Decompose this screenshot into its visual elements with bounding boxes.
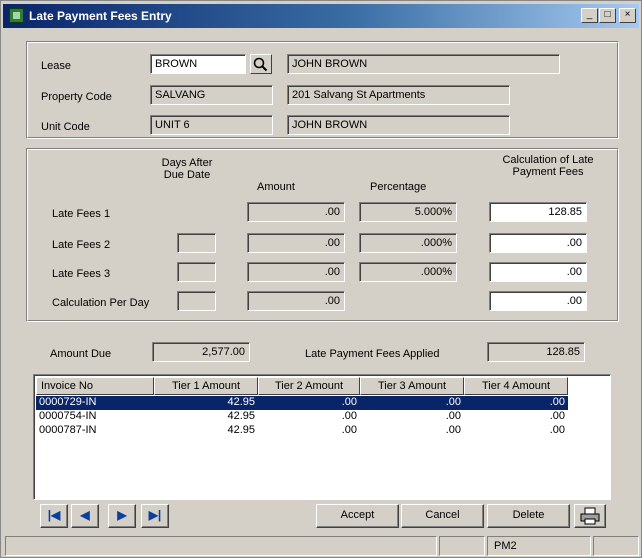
previous-record-button[interactable]: ◀ [71, 504, 99, 528]
app-icon [9, 8, 24, 23]
late-fees-3-calculation[interactable]: .00 [489, 262, 587, 282]
lease-name-field: JOHN BROWN [287, 54, 560, 74]
late-fees-2-percentage: .000% [359, 233, 457, 253]
maximize-button[interactable]: □ [599, 8, 616, 23]
grid-header: Invoice No Tier 1 Amount Tier 2 Amount T… [36, 377, 568, 395]
per-day-calculation[interactable]: .00 [489, 291, 587, 311]
tier-4-cell: .00 [549, 410, 565, 422]
next-record-button[interactable]: ▶ [108, 504, 136, 528]
tier-1-cell: 42.95 [227, 410, 255, 422]
last-record-button[interactable]: ▶| [141, 504, 169, 528]
invoice-no-cell: 0000754-IN [39, 410, 97, 422]
lease-lookup-button[interactable] [250, 54, 272, 74]
late-fees-2-amount: .00 [247, 233, 345, 253]
late-payment-fees-window: Late Payment Fees Entry _ □ × Lease BROW… [0, 0, 642, 558]
printer-icon [580, 507, 600, 525]
unit-code-label: Unit Code [41, 121, 90, 133]
late-fees-2-label: Late Fees 2 [52, 239, 111, 251]
calculation-per-day-label: Calculation Per Day [52, 297, 150, 309]
lease-label: Lease [41, 60, 71, 72]
print-button[interactable] [574, 504, 606, 528]
late-fees-3-amount: .00 [247, 262, 345, 282]
tier-3-cell: .00 [445, 410, 461, 422]
property-code-field: SALVANG [150, 85, 273, 105]
table-row[interactable]: 0000787-IN 42.95 .00 .00 .00 [36, 424, 568, 438]
title-bar: Late Payment Fees Entry _ □ × [3, 4, 639, 28]
percentage-header: Percentage [370, 181, 427, 193]
table-row[interactable]: 0000754-IN 42.95 .00 .00 .00 [36, 410, 568, 424]
window-title: Late Payment Fees Entry [29, 9, 172, 23]
tier-1-cell: 42.95 [227, 396, 255, 408]
late-fees-applied-label: Late Payment Fees Applied [305, 348, 440, 360]
amount-header: Amount [257, 181, 295, 193]
status-company: PM2 [487, 536, 591, 556]
property-name-field: 201 Salvang St Apartments [287, 85, 510, 105]
first-record-button[interactable]: |◀ [40, 504, 68, 528]
late-fees-group: Days After Due Date Amount Percentage Ca… [26, 148, 619, 322]
lease-info-group: Lease BROWN JOHN BROWN Property Code SAL… [26, 41, 619, 139]
late-fees-1-label: Late Fees 1 [52, 208, 111, 220]
tier-4-cell: .00 [549, 424, 565, 436]
tier-2-cell: .00 [341, 424, 357, 436]
magnifier-icon [253, 57, 268, 72]
tier-3-cell: .00 [445, 396, 461, 408]
status-panel-mode [439, 536, 485, 556]
property-code-label: Property Code [41, 91, 112, 103]
per-day-days [177, 291, 216, 311]
late-fees-applied-field: 128.85 [487, 342, 585, 362]
invoice-no-cell: 0000729-IN [39, 396, 97, 408]
amount-due-label: Amount Due [50, 348, 112, 360]
late-fees-2-days [177, 233, 216, 253]
invoice-grid[interactable]: Invoice No Tier 1 Amount Tier 2 Amount T… [33, 374, 611, 500]
per-day-amount: .00 [247, 291, 345, 311]
late-fees-1-calculation[interactable]: 128.85 [489, 202, 587, 222]
invoice-no-cell: 0000787-IN [39, 424, 97, 436]
late-fees-2-calculation[interactable]: .00 [489, 233, 587, 253]
accept-button[interactable]: Accept [316, 504, 399, 528]
late-fees-1-amount: .00 [247, 202, 345, 222]
late-fees-1-percentage: 5.000% [359, 202, 457, 222]
lease-input[interactable]: BROWN [150, 54, 246, 74]
delete-button[interactable]: Delete [487, 504, 570, 528]
unit-code-field: UNIT 6 [150, 115, 273, 135]
tier-1-cell: 42.95 [227, 424, 255, 436]
tier-4-cell: .00 [549, 396, 565, 408]
close-button[interactable]: × [619, 8, 636, 23]
late-fees-3-label: Late Fees 3 [52, 268, 111, 280]
cancel-button[interactable]: Cancel [401, 504, 484, 528]
status-panel-extra [593, 536, 639, 556]
days-after-due-header: Days After Due Date [161, 157, 213, 181]
tier-3-cell: .00 [445, 424, 461, 436]
amount-due-field: 2,577.00 [152, 342, 250, 362]
calculation-header: Calculation of Late Payment Fees [502, 154, 594, 178]
late-fees-3-percentage: .000% [359, 262, 457, 282]
col-tier-3[interactable]: Tier 3 Amount [360, 377, 464, 395]
minimize-button[interactable]: _ [581, 8, 598, 23]
unit-name-field: JOHN BROWN [287, 115, 510, 135]
status-panel-main [5, 536, 437, 556]
table-row-selected[interactable]: 0000729-IN 42.95 .00 .00 .00 [36, 396, 568, 410]
tier-2-cell: .00 [341, 410, 357, 422]
col-invoice-no[interactable]: Invoice No [36, 377, 154, 395]
col-tier-2[interactable]: Tier 2 Amount [258, 377, 360, 395]
col-tier-1[interactable]: Tier 1 Amount [154, 377, 258, 395]
tier-2-cell: .00 [341, 396, 357, 408]
col-tier-4[interactable]: Tier 4 Amount [464, 377, 568, 395]
late-fees-3-days [177, 262, 216, 282]
